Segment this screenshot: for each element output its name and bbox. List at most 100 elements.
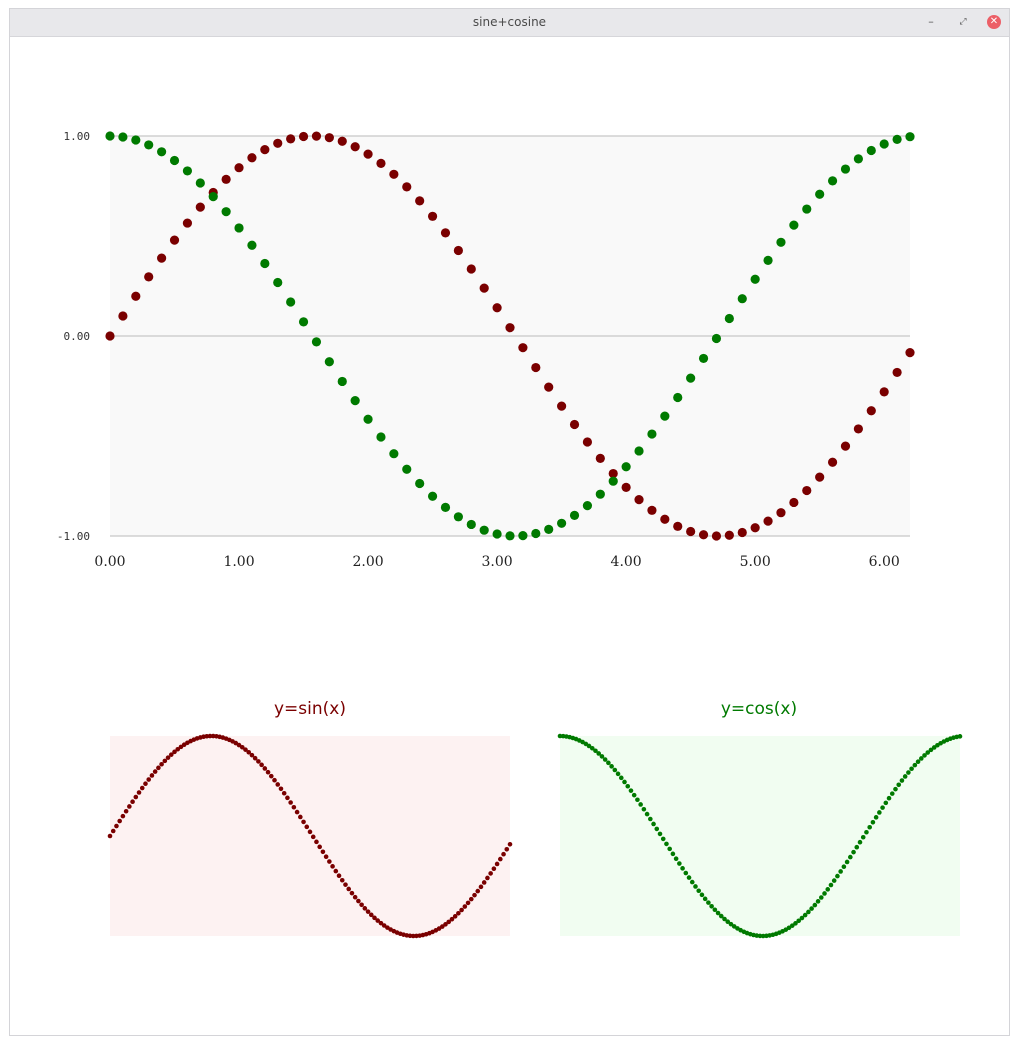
main-cos-point [595, 489, 605, 499]
sin-point [256, 759, 261, 764]
main-cos-point [763, 255, 773, 265]
sin-point [304, 824, 310, 830]
main-sin-point [427, 211, 438, 221]
main-cos-point [324, 357, 334, 367]
main-cos-point [582, 501, 593, 511]
main-y-tick-label: -1.00 [57, 530, 90, 543]
main-sin-point [595, 453, 605, 463]
main-sin-point [531, 362, 541, 373]
main-x-tick-label: 5.00 [740, 554, 771, 570]
cos-point [660, 836, 666, 842]
cos-point [851, 849, 856, 855]
main-cos-point [169, 155, 180, 166]
sin-point [310, 834, 316, 840]
main-cos-point [157, 147, 167, 157]
cos-point [857, 839, 863, 845]
cos-point [877, 810, 882, 815]
cos-point [648, 816, 653, 822]
main-sin-point [492, 303, 502, 313]
sin-point [301, 819, 306, 825]
cos-point [893, 786, 898, 792]
cos-point [693, 884, 698, 889]
cos-point [602, 757, 608, 762]
main-y-tick-labels: 1.00 0.00 -1.00 [57, 130, 90, 543]
main-sin-point [634, 495, 644, 505]
main-cos-point [840, 164, 851, 174]
cos-point [683, 870, 689, 876]
main-cos-point [105, 131, 115, 141]
cos-point [909, 766, 914, 772]
cos-point [844, 859, 850, 865]
sin-point [327, 859, 332, 864]
sin-point [352, 894, 358, 900]
sin-point [343, 882, 348, 887]
main-sin-point [505, 323, 515, 333]
sin-point [133, 794, 139, 800]
sin-point [117, 818, 122, 824]
main-x-tick-label: 6.00 [869, 554, 900, 570]
cos-point [609, 764, 614, 769]
main-sin-point [660, 514, 670, 524]
sin-point [272, 777, 277, 783]
main-sin-point [311, 131, 322, 141]
main-cos-point [298, 317, 309, 327]
main-sin-point [582, 437, 593, 447]
main-sin-point [182, 218, 193, 228]
cos-point [612, 767, 618, 773]
main-sin-point [557, 401, 567, 411]
main-cos-point [415, 478, 425, 489]
main-y-tick-label: 1.00 [64, 130, 91, 143]
main-sin-point [724, 530, 734, 540]
cos-point [870, 819, 876, 825]
cos-point [867, 824, 872, 830]
cos-point [880, 805, 885, 810]
cos-point [835, 873, 840, 879]
main-cos-point [427, 491, 438, 501]
sin-point [504, 846, 510, 852]
sin-point [130, 799, 135, 805]
sin-chart-title: y=sin(x) [274, 699, 346, 719]
main-cos-point [337, 376, 347, 387]
cos-point [657, 831, 663, 837]
main-sin-point [518, 343, 528, 353]
main-sin-point [905, 348, 915, 358]
main-cos-point [221, 207, 231, 217]
main-cos-point [686, 373, 696, 383]
main-cos-point [131, 135, 141, 145]
main-cos-point [892, 134, 902, 144]
cos-plot-area [560, 736, 960, 936]
main-cos-point [737, 294, 747, 304]
main-cos-point [505, 531, 515, 541]
cos-point [854, 844, 860, 850]
cos-point [906, 770, 911, 775]
main-cos-point [350, 396, 360, 406]
main-cos-point [260, 258, 270, 269]
cos-point [828, 882, 834, 888]
main-sin-point [647, 505, 657, 515]
main-cos-point [518, 531, 528, 541]
cos-point [848, 854, 853, 860]
main-cos-point [247, 240, 257, 250]
main-sin-point [337, 136, 347, 146]
cos-point [673, 856, 679, 862]
main-sin-point [815, 472, 825, 482]
sin-point [149, 773, 155, 778]
main-cos-point [466, 519, 476, 530]
main-cos-point [776, 237, 786, 247]
main-sin-point [892, 367, 902, 378]
main-sin-point [221, 174, 231, 184]
cos-point [838, 869, 843, 874]
sin-point [494, 861, 500, 867]
main-x-tick-label: 1.00 [223, 554, 254, 570]
cos-point [635, 797, 640, 803]
main-cos-point [673, 392, 683, 403]
sin-point [320, 849, 326, 855]
main-sin-point [737, 527, 747, 538]
cos-point [889, 791, 895, 796]
cos-point [618, 775, 624, 781]
sin-point [498, 856, 503, 862]
sin-point [285, 795, 290, 801]
sin-point [478, 884, 484, 890]
cos-point [825, 887, 831, 892]
main-cos-point [750, 274, 760, 284]
